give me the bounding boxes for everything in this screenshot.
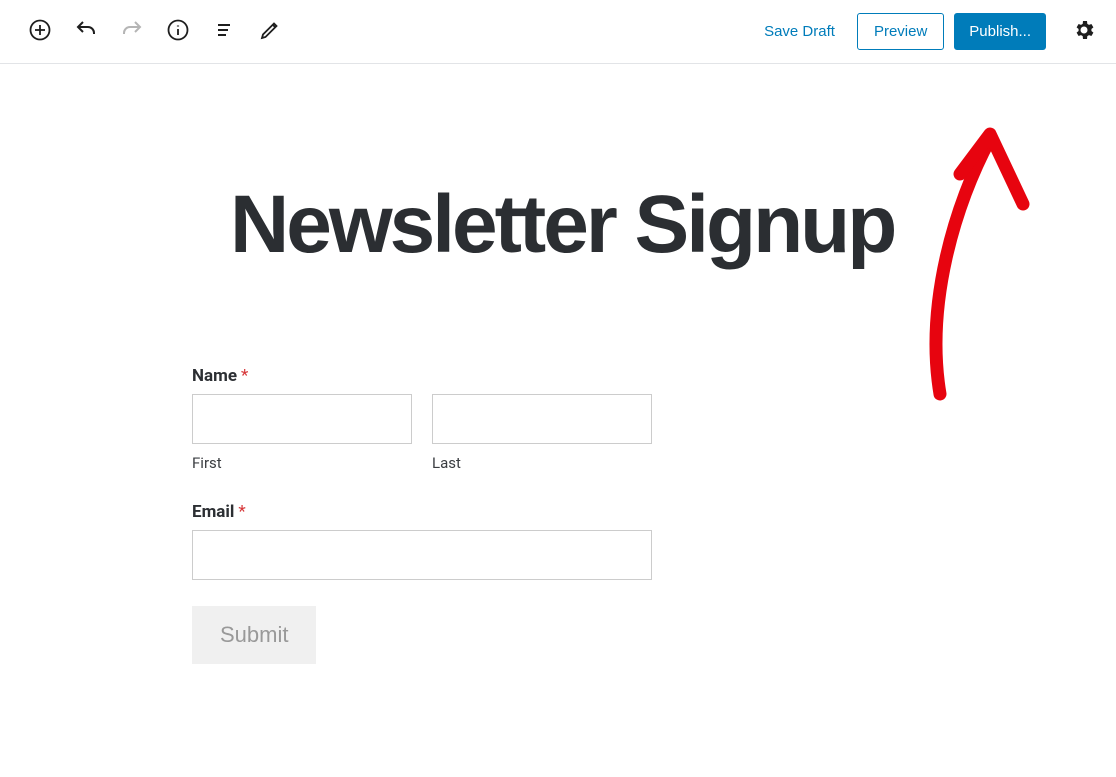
email-input[interactable] xyxy=(192,530,652,580)
redo-icon xyxy=(120,18,144,45)
content-info-button[interactable] xyxy=(158,12,198,52)
info-icon xyxy=(166,18,190,45)
toolbar-left-group xyxy=(20,12,290,52)
first-sublabel: First xyxy=(192,454,412,472)
redo-button[interactable] xyxy=(112,12,152,52)
email-field-group: Email * xyxy=(192,502,652,580)
email-label: Email xyxy=(192,502,234,522)
editor-canvas: Newsletter Signup Name * First Last Emai… xyxy=(0,64,1116,664)
last-name-input[interactable] xyxy=(432,394,652,444)
preview-button[interactable]: Preview xyxy=(857,13,944,50)
name-inputs-row: First Last xyxy=(192,394,652,472)
first-name-input[interactable] xyxy=(192,394,412,444)
last-name-column: Last xyxy=(432,394,652,472)
last-sublabel: Last xyxy=(432,454,652,472)
block-nav-button[interactable] xyxy=(204,12,244,52)
add-block-button[interactable] xyxy=(20,12,60,52)
required-asterisk: * xyxy=(238,502,245,522)
edit-icon xyxy=(258,18,282,45)
submit-button[interactable]: Submit xyxy=(192,606,316,664)
add-icon xyxy=(28,18,52,45)
undo-button[interactable] xyxy=(66,12,106,52)
undo-icon xyxy=(74,18,98,45)
name-label: Name xyxy=(192,366,237,386)
form-block: Name * First Last Email * Submit xyxy=(192,366,652,664)
publish-button[interactable]: Publish... xyxy=(954,13,1046,50)
page-title[interactable]: Newsletter Signup xyxy=(230,184,1116,266)
edit-button[interactable] xyxy=(250,12,290,52)
outline-icon xyxy=(212,18,236,45)
save-draft-button[interactable]: Save Draft xyxy=(752,23,847,40)
required-asterisk: * xyxy=(241,366,248,386)
editor-toolbar: Save Draft Preview Publish... xyxy=(0,0,1116,64)
toolbar-right-group: Save Draft Preview Publish... xyxy=(752,12,1104,52)
gear-icon xyxy=(1072,18,1096,45)
settings-button[interactable] xyxy=(1064,12,1104,52)
name-field-group: Name * First Last xyxy=(192,366,652,472)
first-name-column: First xyxy=(192,394,412,472)
